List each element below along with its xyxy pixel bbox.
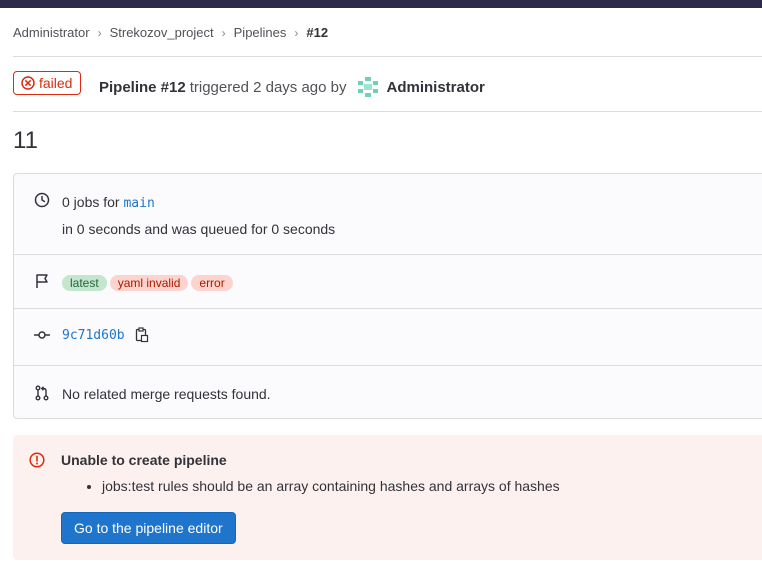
breadcrumb-item-current[interactable]: #12 (306, 25, 328, 40)
alert-message-list: jobs:test rules should be an array conta… (84, 478, 560, 494)
copy-icon[interactable] (135, 327, 149, 343)
divider (13, 111, 762, 112)
merge-requests-text: No related merge requests found. (62, 386, 271, 402)
flag-icon (36, 274, 48, 288)
pipeline-id: Pipeline #12 (99, 78, 186, 96)
merge-request-icon (35, 385, 49, 401)
divider (14, 365, 762, 366)
clock-icon (34, 192, 50, 208)
chevron-right-icon: › (97, 25, 102, 40)
chevron-right-icon: › (221, 25, 226, 40)
commit-sha-link[interactable]: 9c71d60b (62, 328, 125, 343)
pipeline-header: Pipeline #12 triggered 2 days ago by Adm… (99, 75, 485, 99)
divider (14, 254, 762, 255)
user-name-link[interactable]: Administrator (387, 79, 485, 96)
divider (14, 308, 762, 309)
user-avatar-icon[interactable] (355, 75, 380, 99)
error-alert: Unable to create pipeline jobs:test rule… (13, 435, 762, 560)
page-title: 11 (13, 127, 38, 154)
commit-icon (34, 331, 50, 339)
pipeline-info-panel: 0 jobs for main in 0 seconds and was que… (13, 173, 762, 419)
alert-message-item: jobs:test rules should be an array conta… (102, 478, 560, 494)
duration-text: in 0 seconds and was queued for 0 second… (62, 221, 336, 237)
badge-latest: latest (62, 275, 107, 291)
branch-link[interactable]: main (123, 196, 154, 211)
breadcrumb: Administrator › Strekozov_project › Pipe… (13, 25, 328, 40)
status-badge[interactable]: failed (13, 71, 82, 95)
breadcrumb-item-pipelines[interactable]: Pipelines (234, 25, 287, 40)
breadcrumb-item-project[interactable]: Strekozov_project (110, 25, 214, 40)
alert-title: Unable to create pipeline (61, 452, 227, 468)
triggered-text: triggered 2 days ago by (189, 78, 347, 96)
status-failed-icon (21, 76, 35, 90)
status-label: failed (39, 75, 73, 91)
badge-yaml-invalid: yaml invalid (109, 275, 189, 291)
error-icon (29, 452, 45, 468)
divider (13, 56, 762, 57)
jobs-count: 0 jobs for (62, 194, 120, 210)
top-navigation-bar (0, 0, 762, 8)
breadcrumb-item-administrator[interactable]: Administrator (13, 25, 90, 40)
pipeline-editor-button[interactable]: Go to the pipeline editor (61, 512, 236, 544)
badge-error: error (191, 275, 233, 291)
chevron-right-icon: › (294, 25, 299, 40)
